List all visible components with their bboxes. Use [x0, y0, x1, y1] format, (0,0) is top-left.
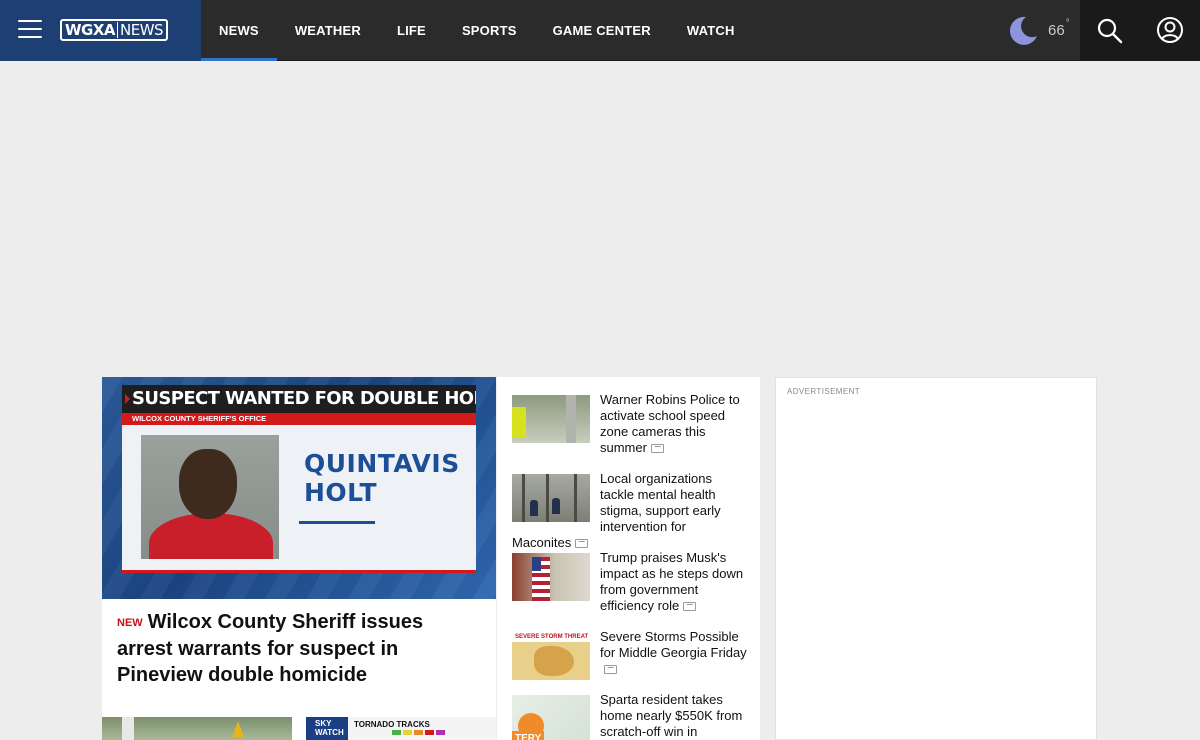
legend-chip — [403, 730, 412, 735]
gallery-icon — [683, 602, 697, 611]
legend-chip — [392, 730, 401, 735]
list-item[interactable]: SEVERE STORM THREAT LE Severe Storms Pos… — [512, 629, 748, 680]
brand-area: WGXA NEWS — [0, 0, 201, 61]
nav-news[interactable]: NEWS — [201, 0, 277, 61]
list-item[interactable]: TERY Sparta resident takes home nearly $… — [512, 692, 748, 740]
skywatch-logo-line-2: WATCH — [315, 728, 344, 737]
skywatch-logo-line-1: SKY — [315, 719, 332, 728]
lead-story-image[interactable]: SUSPECT WANTED FOR DOUBLE HOMICIDE WILCO… — [102, 377, 496, 599]
thumb-lottery-text: TERY — [512, 731, 545, 740]
story-title: Warner Robins Police to activate school … — [600, 392, 740, 455]
current-temperature: 66° — [1048, 18, 1070, 39]
story-thumbnail — [512, 474, 590, 522]
story-title: Sparta resident takes home nearly $550K … — [600, 692, 743, 739]
logo-news-word: NEWS — [120, 21, 164, 39]
lead-story-headline[interactable]: NEW Wilcox County Sheriff issues arrest w… — [117, 609, 482, 688]
weather-widget[interactable]: 66° — [1006, 14, 1070, 48]
suspect-photo — [141, 435, 279, 559]
menu-icon[interactable] — [18, 20, 42, 40]
logo-call-letters: WGXA — [65, 21, 116, 39]
degree-symbol: ° — [1065, 18, 1070, 29]
gallery-icon — [650, 444, 664, 453]
story-title: Severe Storms Possible for Middle Georgi… — [600, 629, 747, 660]
logo-divider — [117, 22, 119, 38]
list-item[interactable]: Warner Robins Police to activate school … — [512, 392, 748, 456]
thumb-school-sign — [512, 407, 526, 437]
legend-chip — [425, 730, 434, 735]
image-name-line-2: HOLT — [304, 478, 378, 507]
nav-game-center[interactable]: GAME CENTER — [535, 0, 669, 61]
image-name-line-1: QUINTAVIS — [304, 449, 460, 478]
image-panel: QUINTAVIS HOLT — [122, 425, 476, 573]
new-badge: NEW — [117, 617, 143, 629]
thumb-storm-header: SEVERE STORM THREAT LE — [512, 632, 590, 642]
thumb-person — [552, 498, 560, 514]
search-icon[interactable] — [1096, 17, 1124, 45]
thumb-camera-post — [566, 395, 576, 443]
skywatch-logo: SKY WATCH — [306, 717, 348, 740]
legend-chip — [436, 730, 445, 735]
thumb-flag-canton — [532, 557, 541, 571]
station-logo[interactable]: WGXA NEWS — [60, 19, 169, 41]
list-item[interactable]: Local organizations tackle mental health… — [512, 471, 748, 551]
photo-head-shape — [179, 449, 237, 519]
secondary-story-thumbnail-left[interactable] — [102, 717, 292, 740]
story-thumbnail — [512, 395, 590, 443]
nav-sports[interactable]: SPORTS — [444, 0, 535, 61]
advertisement-label: ADVERTISEMENT — [787, 387, 861, 396]
thumb-tree — [522, 474, 525, 522]
image-name-underline — [299, 521, 375, 524]
image-subbar-text: WILCOX COUNTY SHERIFF'S OFFICE — [122, 413, 476, 425]
thumb-person — [530, 500, 538, 516]
thumb-pole-shape — [122, 717, 134, 740]
main-nav: NEWS WEATHER LIFE SPORTS GAME CENTER WAT… — [201, 0, 753, 61]
moon-icon — [1009, 16, 1037, 45]
gallery-icon — [575, 539, 589, 548]
list-item[interactable]: Trump praises Musk's impact as he steps … — [512, 550, 748, 614]
top-stories-list: Warner Robins Police to activate school … — [497, 377, 760, 740]
advertisement-slot: ADVERTISEMENT — [775, 377, 1097, 740]
story-title: Trump praises Musk's impact as he steps … — [600, 550, 744, 613]
thumb-tree — [574, 474, 577, 522]
temperature-value: 66 — [1048, 22, 1065, 39]
story-thumbnail: TERY — [512, 695, 590, 740]
nav-weather[interactable]: WEATHER — [277, 0, 379, 61]
tornado-tracks-title: TORNADO TRACKS — [354, 720, 430, 729]
image-banner-text: SUSPECT WANTED FOR DOUBLE HOMICIDE — [122, 385, 476, 413]
nav-watch[interactable]: WATCH — [669, 0, 753, 61]
gallery-icon — [604, 665, 617, 674]
photo-shirt-shape — [149, 513, 273, 559]
nav-life[interactable]: LIFE — [379, 0, 444, 61]
legend-chip — [414, 730, 423, 735]
lead-story-card: SUSPECT WANTED FOR DOUBLE HOMICIDE WILCO… — [102, 377, 496, 740]
secondary-story-thumbnail-right[interactable]: SKY WATCH TORNADO TRACKS — [306, 717, 496, 740]
legend-chips — [392, 730, 445, 735]
story-thumbnail — [512, 553, 590, 601]
lead-headline-text: Wilcox County Sheriff issues arrest warr… — [117, 611, 424, 686]
thumb-cone-shape — [232, 721, 244, 737]
story-thumbnail: SEVERE STORM THREAT LE — [512, 632, 590, 680]
image-suspect-name: QUINTAVIS HOLT — [304, 449, 460, 507]
thumb-map-region — [534, 646, 574, 676]
thumb-tree — [546, 474, 549, 522]
account-icon[interactable] — [1156, 16, 1184, 44]
